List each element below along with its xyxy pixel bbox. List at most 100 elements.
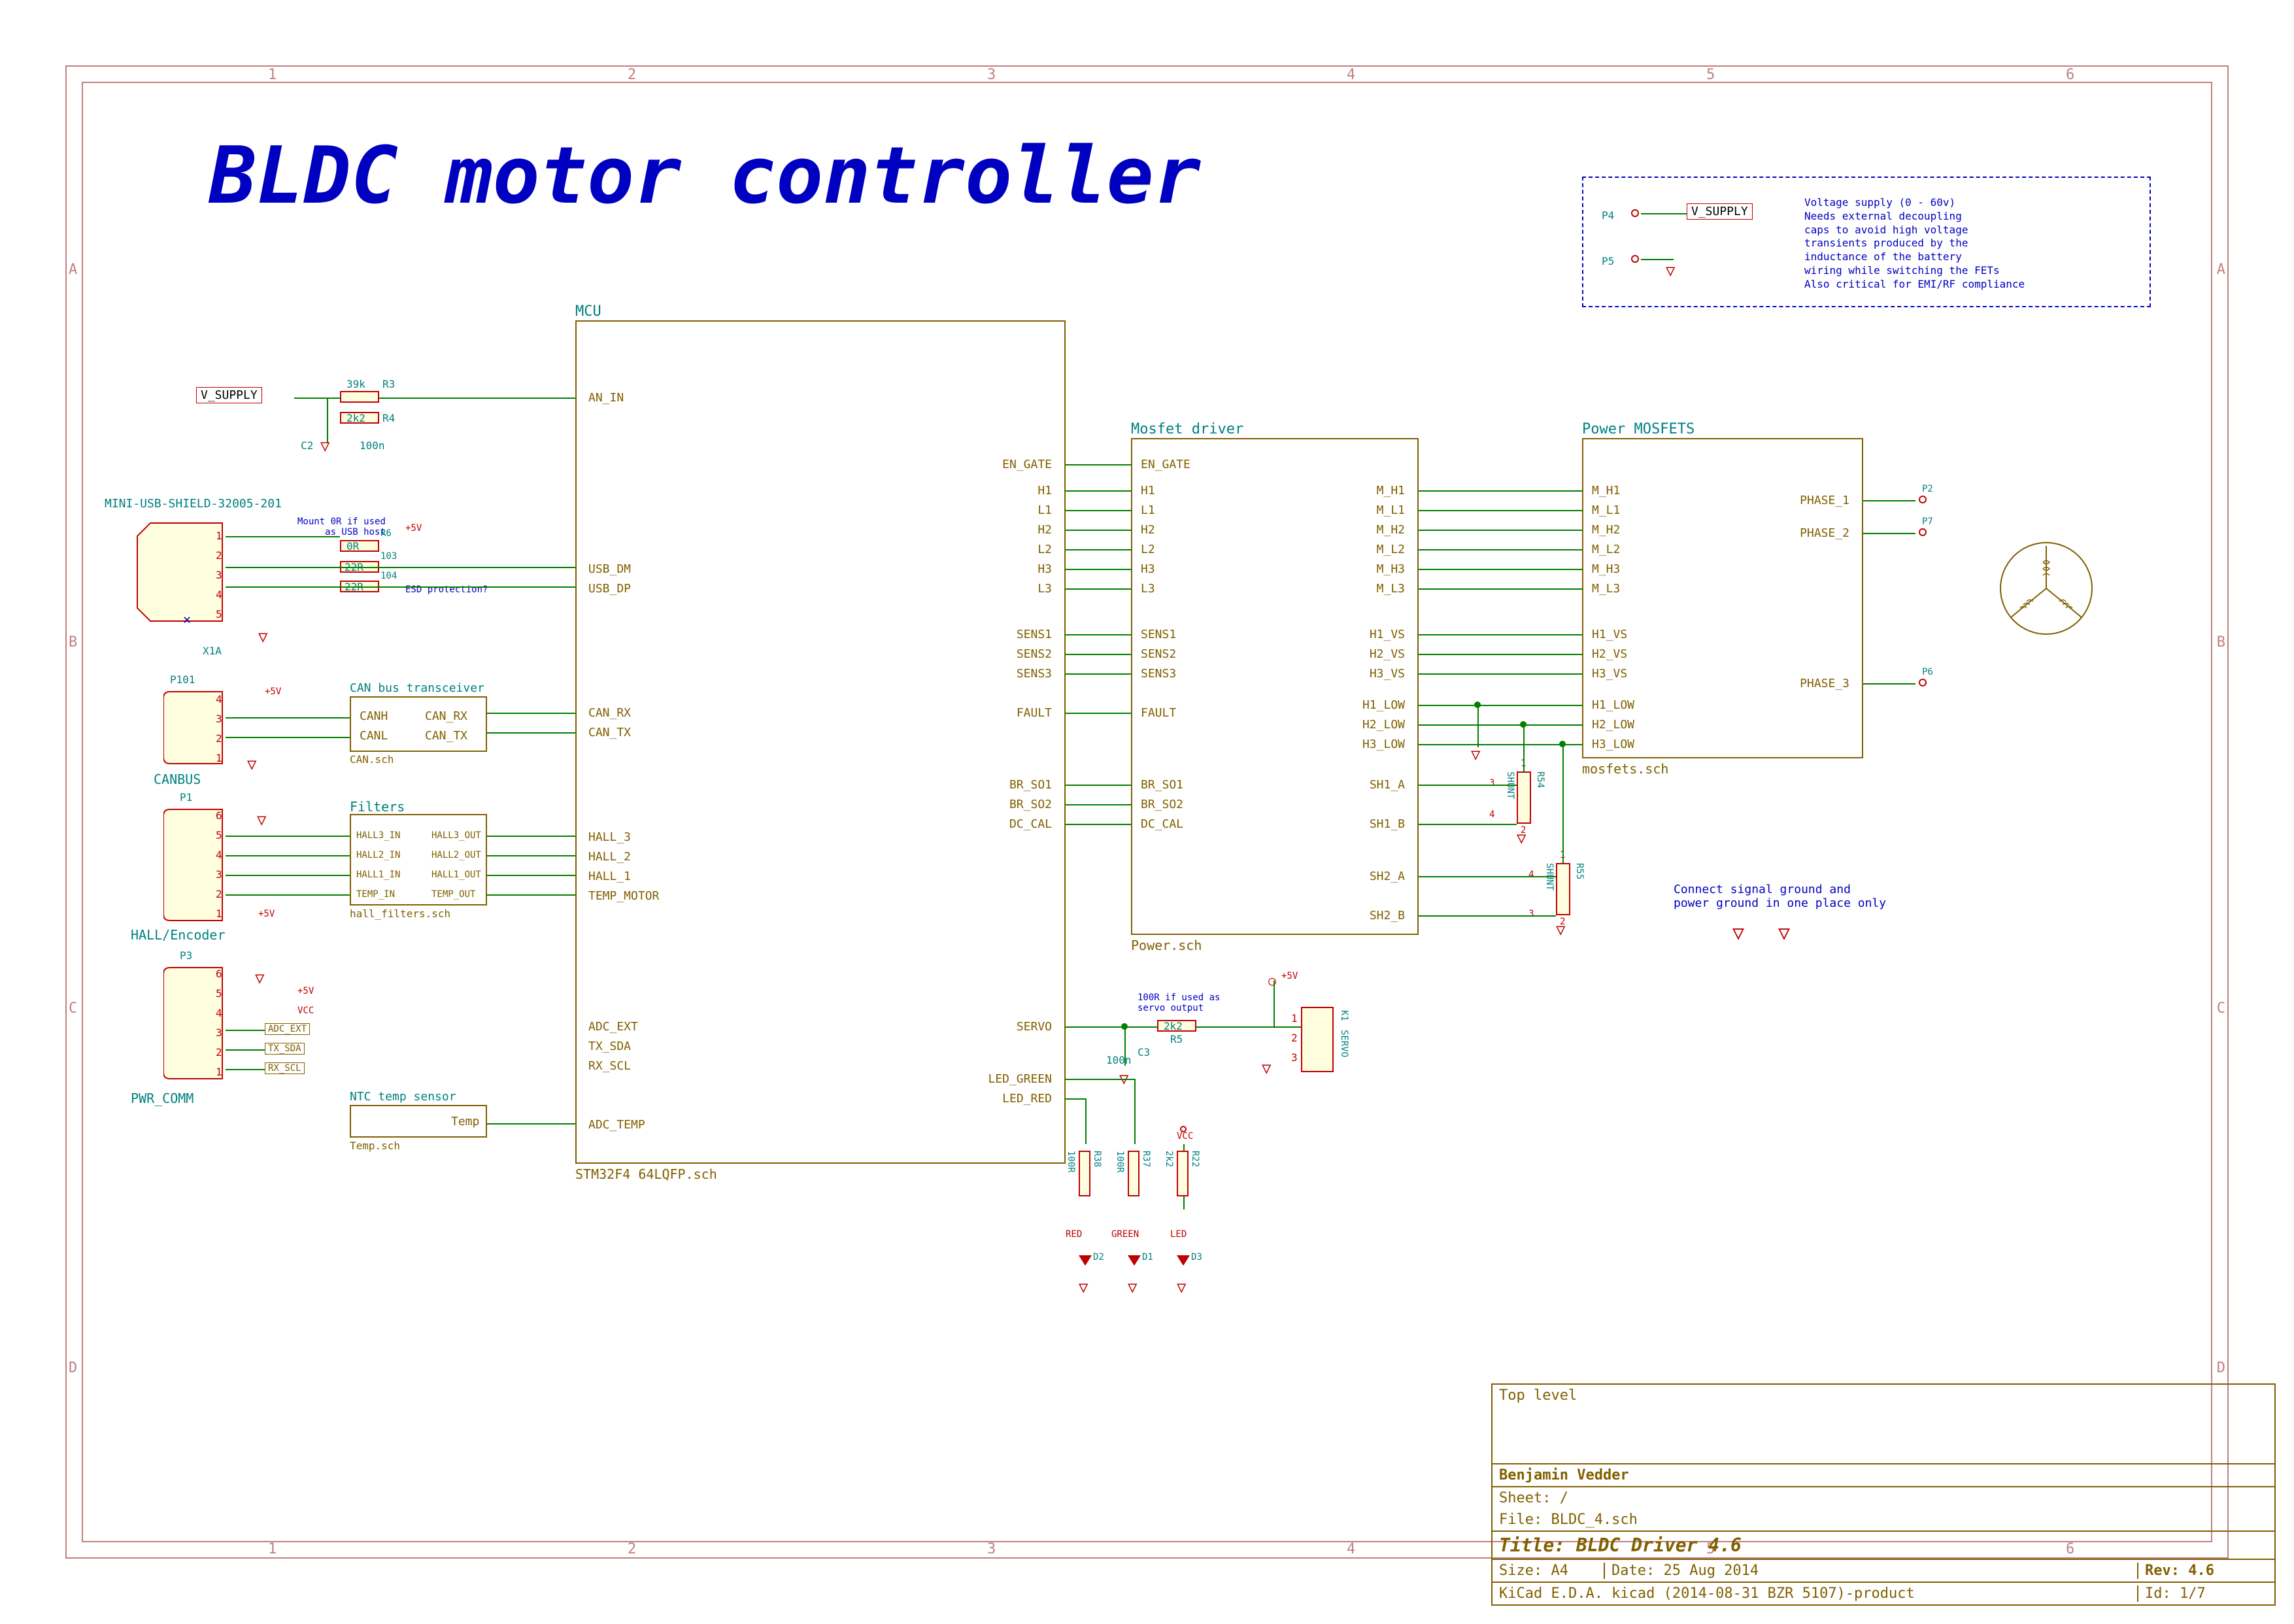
drv-mh2: M_H2 <box>1377 523 1405 537</box>
r54-p3: 3 <box>1489 778 1494 788</box>
schematic-title: BLDC motor controller <box>209 131 1201 222</box>
w-l3 <box>1066 588 1131 590</box>
tb-size-date-rev: Size: A4 Date: 25 Aug 2014 Rev: 4.6 <box>1493 1559 2274 1582</box>
mcu-servo: SERVO <box>1017 1020 1052 1034</box>
can-block-file: CAN.sch <box>350 753 394 766</box>
hall-pin4: 4 <box>216 849 222 861</box>
p2-ref: P2 <box>1922 484 1933 494</box>
r104-ref: 104 <box>380 571 397 581</box>
tick-top-6: 6 <box>2066 67 2074 83</box>
h1low-gnd-icon: ▽ <box>1471 745 1480 764</box>
tb-top: Top level <box>1493 1385 2274 1463</box>
usb-pin5: 5 <box>216 608 222 620</box>
mcu-brso1: BR_SO1 <box>1009 778 1052 792</box>
hall-ref: P1 <box>180 791 192 804</box>
v-supply-net: V_SUPPLY <box>196 388 262 402</box>
drv-l1: L1 <box>1141 503 1155 517</box>
wd-ml2 <box>1419 549 1582 550</box>
r54-p4: 4 <box>1489 809 1494 820</box>
d1-led-icon <box>1128 1255 1141 1266</box>
mcu-en-gate: EN_GATE <box>1002 458 1052 471</box>
supply-note-text: Voltage supply (0 - 60v) Needs external … <box>1804 196 2025 292</box>
pm-h2low: H2_LOW <box>1592 718 1634 732</box>
hall-pin2: 2 <box>216 888 222 900</box>
drv-brso2: BR_SO2 <box>1141 798 1183 811</box>
tb-sheet: Sheet: / <box>1493 1486 2274 1509</box>
r4-val: 2k2 <box>346 412 365 424</box>
mcu-h2: H2 <box>1037 523 1052 537</box>
r54-box <box>1517 771 1531 824</box>
servo-note: 100R if used as servo output <box>1138 992 1220 1013</box>
w-sens1 <box>1066 634 1131 635</box>
tick-left-c: C <box>69 1000 77 1017</box>
wd-ml1 <box>1419 510 1582 511</box>
drv-h3low: H3_LOW <box>1362 737 1405 751</box>
pm-mh1: M_H1 <box>1592 484 1620 498</box>
mcu-hall3: HALL_3 <box>588 830 631 844</box>
mcu-led-green: LED_GREEN <box>988 1072 1052 1086</box>
drv-h1: H1 <box>1141 484 1155 498</box>
j-h1low <box>1474 702 1481 708</box>
w-sens3 <box>1066 673 1131 675</box>
can-w2 <box>226 737 350 738</box>
d1-name: GREEN <box>1111 1229 1139 1240</box>
filters-file: hall_filters.sch <box>350 907 450 920</box>
drv-h1low: H1_LOW <box>1362 698 1405 712</box>
hall3-out: HALL3_OUT <box>431 830 481 841</box>
r6-ref: R6 <box>380 528 392 539</box>
wd-h1vs <box>1419 634 1582 635</box>
k1-name: SERVO <box>1339 1030 1349 1057</box>
can-w4 <box>487 732 575 734</box>
pc-vcc: VCC <box>297 1006 314 1016</box>
r38-val: 100R <box>1066 1151 1076 1173</box>
k1-pin2: 2 <box>1291 1032 1298 1044</box>
tick-top-3: 3 <box>987 67 996 83</box>
tick-left-b: B <box>69 634 77 651</box>
title-block: Top level Benjamin Vedder Sheet: / File:… <box>1491 1383 2276 1606</box>
r55-p4: 4 <box>1528 870 1534 880</box>
d3-led-icon <box>1177 1255 1190 1266</box>
hall-pin5: 5 <box>216 829 222 841</box>
can-pin2: 2 <box>216 732 222 745</box>
servo-5v-arrow-icon: ○ <box>1268 973 1276 989</box>
w-brso2 <box>1066 804 1131 805</box>
mcu-brso2: BR_SO2 <box>1009 798 1052 811</box>
hall1-in: HALL1_IN <box>356 870 400 880</box>
usb-w1 <box>226 536 340 537</box>
hall-w2b <box>487 894 575 896</box>
p7-ref: P7 <box>1922 516 1933 527</box>
vsupply-wire1 <box>294 398 340 399</box>
w-h2 <box>1066 530 1131 531</box>
motor-symbol-icon <box>1994 536 2099 641</box>
mcu-led-red: LED_RED <box>1002 1092 1052 1106</box>
mcu-h1: H1 <box>1037 484 1052 498</box>
tick-top-1: 1 <box>268 67 277 83</box>
tb-title: Title: BLDC Driver 4.6 <box>1493 1531 2274 1559</box>
p4-wire <box>1641 213 1687 214</box>
pm-h1low: H1_LOW <box>1592 698 1634 712</box>
pc-pin3: 3 <box>216 1026 222 1039</box>
p6-pad-icon <box>1919 679 1927 686</box>
led-red-w <box>1066 1098 1085 1100</box>
r55-ref: R55 <box>1574 863 1585 879</box>
d1-ref: D1 <box>1142 1252 1153 1262</box>
mcu-usb-dm: USB_DM <box>588 562 631 576</box>
canbus-ref: P101 <box>170 673 195 686</box>
d2-led-icon <box>1079 1255 1092 1266</box>
p5-gnd-icon: ▽ <box>1666 262 1675 280</box>
d2-ref: D2 <box>1093 1252 1104 1262</box>
k1-ref: K1 <box>1339 1010 1349 1021</box>
anin-wire <box>379 398 575 399</box>
wd-h2low <box>1419 724 1582 726</box>
d1-gnd-icon: ▽ <box>1128 1278 1137 1296</box>
pc-pin1: 1 <box>216 1066 222 1078</box>
mcu-can-tx: CAN_TX <box>588 726 631 739</box>
mcu-l1: L1 <box>1037 503 1052 517</box>
drv-sh2a: SH2_A <box>1370 870 1405 883</box>
drv-mh1: M_H1 <box>1377 484 1405 498</box>
r38-ref: R38 <box>1092 1151 1102 1167</box>
servo-j1 <box>1121 1023 1128 1030</box>
c3-ref: C3 <box>1138 1046 1150 1058</box>
can-block <box>350 696 487 752</box>
pc-pin5: 5 <box>216 987 222 1000</box>
